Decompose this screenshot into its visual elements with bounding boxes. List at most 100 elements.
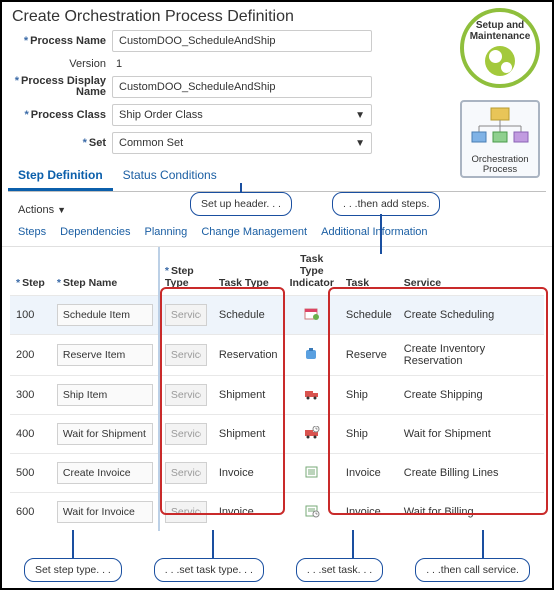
table-row[interactable]: 200ReservationReserveCreate Inventory Re…: [10, 335, 544, 376]
step-name-input[interactable]: [57, 462, 153, 484]
cell-service: Create Shipping: [398, 376, 544, 415]
cell-service: Create Inventory Reservation: [398, 335, 544, 376]
step-type-input[interactable]: [165, 344, 207, 366]
step-type-input[interactable]: [165, 462, 207, 484]
wait-invoice-icon: [304, 504, 320, 518]
required-star: *: [24, 35, 28, 47]
cell-service: Wait for Billing: [398, 493, 544, 532]
required-star: *: [25, 109, 29, 121]
step-type-input[interactable]: [165, 501, 207, 523]
cell-step-type: [159, 376, 213, 415]
callout-service: . . .then call service.: [415, 558, 530, 582]
cell-step-type: [159, 335, 213, 376]
step-name-input[interactable]: [57, 423, 153, 445]
cell-step-type: [159, 493, 213, 532]
label-display-name: *Process Display Name: [12, 76, 112, 98]
process-class-select[interactable]: Ship Order Class ▼: [112, 104, 372, 126]
set-select[interactable]: Common Set ▼: [112, 132, 372, 154]
cell-step-name: [51, 493, 159, 532]
table-row[interactable]: 400ShipmentShipWait for Shipment: [10, 415, 544, 454]
subtab-planning[interactable]: Planning: [144, 226, 187, 238]
th-indicator: Task Type Indicator: [284, 247, 340, 296]
cell-task-type: Invoice: [213, 493, 284, 532]
step-name-input[interactable]: [57, 384, 153, 406]
th-step-type: *Step Type: [159, 247, 213, 296]
callout-add-steps: . . .then add steps.: [332, 192, 440, 216]
tab-step-definition[interactable]: Step Definition: [8, 162, 113, 191]
cell-indicator: [284, 415, 340, 454]
cell-service: Create Scheduling: [398, 296, 544, 335]
label-version: Version: [12, 58, 112, 70]
orch-label: OrchestrationProcess: [462, 155, 538, 175]
th-service: Service: [398, 247, 544, 296]
cell-step-type: [159, 415, 213, 454]
callout-leader: [240, 183, 242, 192]
cell-service: Wait for Shipment: [398, 415, 544, 454]
callout-leader: [212, 530, 214, 558]
callout-task-type: . . .set task type. . .: [154, 558, 264, 582]
cell-task-type: Shipment: [213, 376, 284, 415]
process-name-input[interactable]: [112, 30, 372, 52]
th-step: *Step: [10, 247, 51, 296]
th-task: Task: [340, 247, 398, 296]
step-name-input[interactable]: [57, 501, 153, 523]
steps-table-wrap: *Step *Step Name *Step Type Task Type Ta…: [10, 247, 544, 531]
caret-down-icon: ▼: [355, 138, 365, 149]
subtab-dependencies[interactable]: Dependencies: [60, 226, 130, 238]
cell-step-name: [51, 296, 159, 335]
wait-ship-icon: [304, 426, 320, 440]
subtabs: Steps Dependencies Planning Change Manag…: [2, 222, 552, 247]
cell-indicator: [284, 296, 340, 335]
table-row[interactable]: 600InvoiceInvoiceWait for Billing: [10, 493, 544, 532]
cell-indicator: [284, 376, 340, 415]
cell-step: 600: [10, 493, 51, 532]
caret-down-icon: ▼: [355, 110, 365, 121]
cell-task: Ship: [340, 376, 398, 415]
step-type-input[interactable]: [165, 423, 207, 445]
setup-maintenance-widget[interactable]: Setup andMaintenance: [460, 8, 540, 88]
cell-step-name: [51, 376, 159, 415]
required-star: *: [83, 137, 87, 149]
cell-step: 500: [10, 454, 51, 493]
callout-step-type: Set step type. . .: [24, 558, 122, 582]
step-name-input[interactable]: [57, 344, 153, 366]
cell-indicator: [284, 493, 340, 532]
th-step-name: *Step Name: [51, 247, 159, 296]
cell-indicator: [284, 454, 340, 493]
cell-step-name: [51, 454, 159, 493]
callout-leader: [72, 530, 74, 558]
set-value: Common Set: [119, 137, 183, 149]
cell-task-type: Reservation: [213, 335, 284, 376]
cell-step-type: [159, 454, 213, 493]
cell-indicator: [284, 335, 340, 376]
table-row[interactable]: 100ScheduleScheduleCreate Scheduling: [10, 296, 544, 335]
cell-task: Ship: [340, 415, 398, 454]
cell-step-name: [51, 335, 159, 376]
step-name-input[interactable]: [57, 304, 153, 326]
orchestration-process-widget[interactable]: OrchestrationProcess: [460, 100, 540, 178]
cell-task: Reserve: [340, 335, 398, 376]
callout-leader: [482, 530, 484, 558]
subtab-steps[interactable]: Steps: [18, 226, 46, 238]
table-row[interactable]: 300 Shipment ShipCreate Shipping: [10, 376, 544, 415]
tab-status-conditions[interactable]: Status Conditions: [113, 162, 227, 191]
reserve-icon: [304, 347, 320, 361]
label-process-name: *Process Name: [12, 35, 112, 47]
callout-leader: [352, 530, 354, 558]
schedule-icon: [304, 307, 320, 321]
orchestration-graph-icon: [469, 106, 531, 148]
required-star: *: [15, 75, 19, 87]
cell-step: 300: [10, 376, 51, 415]
subtab-additional-info[interactable]: Additional Information: [321, 226, 427, 238]
caret-down-icon: ▼: [57, 205, 66, 215]
display-name-input[interactable]: [112, 76, 372, 98]
table-divider: [158, 247, 160, 531]
table-row[interactable]: 500InvoiceInvoiceCreate Billing Lines: [10, 454, 544, 493]
subtab-change-mgmt[interactable]: Change Management: [201, 226, 307, 238]
cell-step: 100: [10, 296, 51, 335]
cell-step-name: [51, 415, 159, 454]
ship-icon: [304, 387, 320, 401]
step-type-input[interactable]: [165, 304, 207, 326]
label-set: *Set: [12, 137, 112, 149]
step-type-input[interactable]: [165, 384, 207, 406]
